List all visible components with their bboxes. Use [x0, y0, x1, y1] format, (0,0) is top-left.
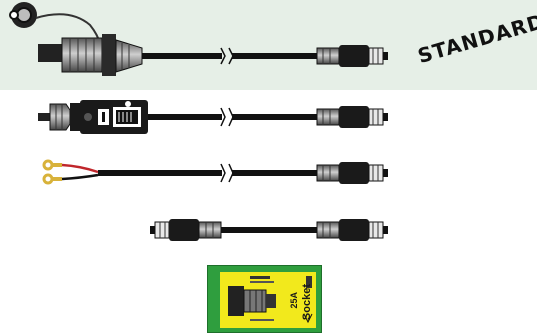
ring-terminal-cable [42, 159, 388, 185]
cable-end-connector-icon [316, 106, 388, 128]
package-rating: 25A [289, 292, 299, 309]
standard-plug-cable [9, 2, 388, 76]
ring-terminal-icon [42, 159, 62, 185]
din-plug-cable [38, 100, 388, 134]
dust-cap-icon [9, 2, 37, 28]
cable-end-connector-icon [316, 45, 388, 67]
double-ended-cable [150, 219, 388, 241]
double-connector-icon [150, 219, 222, 241]
din-plug-icon [38, 100, 148, 134]
cable-end-connector-icon [316, 219, 388, 241]
package-title: Socket [301, 284, 313, 321]
package-label-panel: Socket 25A [220, 272, 316, 328]
standard-socket-plug-icon [38, 34, 143, 76]
cable-end-connector-icon [316, 162, 388, 184]
product-package: Socket 25A [207, 265, 322, 333]
